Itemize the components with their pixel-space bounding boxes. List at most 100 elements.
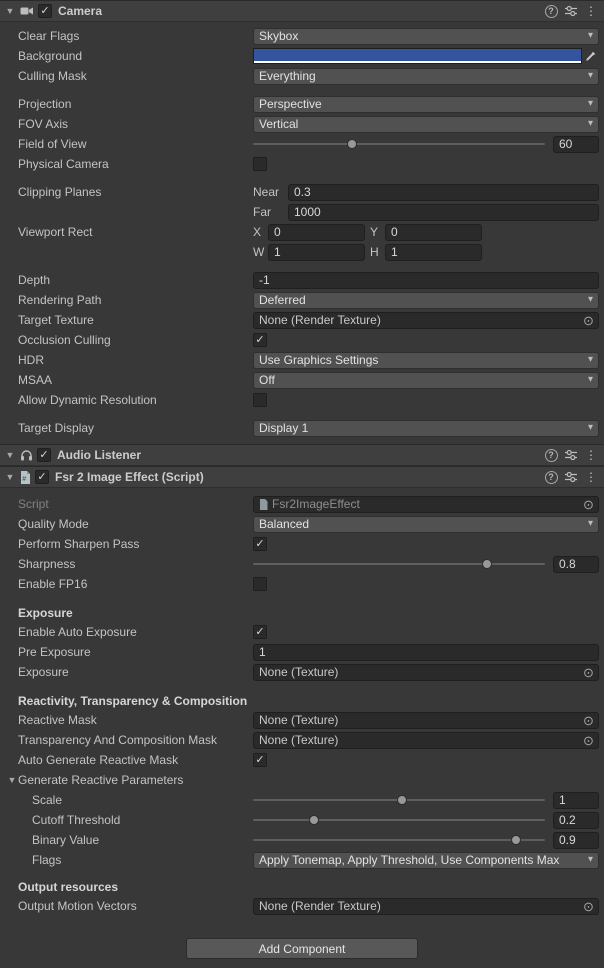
script-icon xyxy=(259,499,268,510)
cutoff-threshold-value-field[interactable]: 0.2 xyxy=(553,812,599,829)
binary-value-value-field[interactable]: 0.9 xyxy=(553,832,599,849)
kebab-menu-icon[interactable]: ⋮ xyxy=(583,470,599,484)
scale-label: Scale xyxy=(18,793,253,807)
presets-icon[interactable] xyxy=(563,5,579,17)
chevron-down-icon: ▾ xyxy=(588,71,593,81)
slider-handle[interactable] xyxy=(511,835,521,845)
viewport-x-field[interactable]: 0 xyxy=(268,224,365,241)
depth-field[interactable]: -1 xyxy=(253,272,599,289)
scale-slider[interactable] xyxy=(253,790,545,810)
presets-icon[interactable] xyxy=(563,449,579,461)
dropdown-value: Deferred xyxy=(259,293,584,307)
reactivity-section-header: Reactivity, Transparency & Composition xyxy=(0,692,604,710)
object-picker-icon[interactable]: ⊙ xyxy=(581,498,596,511)
exposure-object-field[interactable]: None (Texture) ⊙ xyxy=(253,664,599,681)
binary-value-slider[interactable] xyxy=(253,830,545,850)
chevron-down-icon: ▾ xyxy=(588,375,593,385)
y-label: Y xyxy=(370,225,380,239)
x-label: X xyxy=(253,225,263,239)
target-texture-object-field[interactable]: None (Render Texture) ⊙ xyxy=(253,312,599,329)
viewport-w-field[interactable]: 1 xyxy=(268,244,365,261)
help-icon[interactable]: ? xyxy=(543,471,559,484)
perform-sharpen-pass-row: Perform Sharpen Pass xyxy=(0,534,604,554)
sharpness-value-field[interactable]: 0.8 xyxy=(553,556,599,573)
foldout-arrow[interactable]: ▼ xyxy=(4,450,16,460)
eyedropper-icon[interactable] xyxy=(582,51,599,62)
slider-handle[interactable] xyxy=(482,559,492,569)
field-of-view-value-field[interactable]: 60 xyxy=(553,136,599,153)
foldout-arrow[interactable]: ▼ xyxy=(4,472,16,482)
fsr2-component-header[interactable]: ▼ # Fsr 2 Image Effect (Script) ? ⋮ xyxy=(0,466,604,488)
hdr-dropdown[interactable]: Use Graphics Settings ▾ xyxy=(253,352,599,369)
kebab-menu-icon[interactable]: ⋮ xyxy=(583,448,599,462)
allow-dynamic-resolution-checkbox[interactable] xyxy=(253,393,267,407)
flags-dropdown[interactable]: Apply Tonemap, Apply Threshold, Use Comp… xyxy=(253,852,599,869)
slider-track[interactable] xyxy=(253,819,545,821)
scale-row: Scale 1 xyxy=(0,790,604,810)
msaa-dropdown[interactable]: Off ▾ xyxy=(253,372,599,389)
object-picker-icon[interactable]: ⊙ xyxy=(581,734,596,747)
object-picker-icon[interactable]: ⊙ xyxy=(581,314,596,327)
sharpness-slider[interactable] xyxy=(253,554,545,574)
clipping-planes-far-row: Far 1000 xyxy=(0,202,604,222)
foldout-arrow[interactable]: ▼ xyxy=(6,775,18,785)
background-color-swatch[interactable] xyxy=(253,48,582,64)
generate-reactive-parameters-row[interactable]: ▼ Generate Reactive Parameters xyxy=(0,770,604,790)
target-display-dropdown[interactable]: Display 1 ▾ xyxy=(253,420,599,437)
camera-component-header[interactable]: ▼ Camera ? ⋮ xyxy=(0,0,604,22)
viewport-h-field[interactable]: 1 xyxy=(385,244,482,261)
object-picker-icon[interactable]: ⊙ xyxy=(581,900,596,913)
quality-mode-dropdown[interactable]: Balanced ▾ xyxy=(253,516,599,533)
transparency-mask-object-field[interactable]: None (Texture) ⊙ xyxy=(253,732,599,749)
far-field[interactable]: 1000 xyxy=(288,204,599,221)
enable-fp16-checkbox[interactable] xyxy=(253,577,267,591)
chevron-down-icon: ▾ xyxy=(588,31,593,41)
target-display-row: Target Display Display 1 ▾ xyxy=(0,418,604,438)
cutoff-threshold-slider[interactable] xyxy=(253,810,545,830)
chevron-down-icon: ▾ xyxy=(588,855,593,865)
culling-mask-dropdown[interactable]: Everything ▾ xyxy=(253,68,599,85)
rendering-path-row: Rendering Path Deferred ▾ xyxy=(0,290,604,310)
audio-listener-enabled-checkbox[interactable] xyxy=(37,448,51,462)
enable-auto-exposure-row: Enable Auto Exposure xyxy=(0,622,604,642)
slider-track[interactable] xyxy=(253,143,545,145)
kebab-menu-icon[interactable]: ⋮ xyxy=(583,4,599,18)
near-field[interactable]: 0.3 xyxy=(288,184,599,201)
audio-listener-component-header[interactable]: ▼ Audio Listener ? ⋮ xyxy=(0,444,604,466)
field-of-view-slider[interactable] xyxy=(253,134,545,154)
occlusion-culling-checkbox[interactable] xyxy=(253,333,267,347)
reactive-mask-label: Reactive Mask xyxy=(18,713,253,727)
physical-camera-checkbox[interactable] xyxy=(253,157,267,171)
camera-enabled-checkbox[interactable] xyxy=(38,4,52,18)
enable-auto-exposure-checkbox[interactable] xyxy=(253,625,267,639)
fov-axis-dropdown[interactable]: Vertical ▾ xyxy=(253,116,599,133)
rendering-path-dropdown[interactable]: Deferred ▾ xyxy=(253,292,599,309)
slider-handle[interactable] xyxy=(309,815,319,825)
reactive-mask-row: Reactive Mask None (Texture) ⊙ xyxy=(0,710,604,730)
slider-track[interactable] xyxy=(253,563,545,565)
help-icon[interactable]: ? xyxy=(543,5,559,18)
quality-mode-label: Quality Mode xyxy=(18,517,253,531)
slider-handle[interactable] xyxy=(397,795,407,805)
presets-icon[interactable] xyxy=(563,471,579,483)
projection-dropdown[interactable]: Perspective ▾ xyxy=(253,96,599,113)
object-picker-icon[interactable]: ⊙ xyxy=(581,714,596,727)
slider-handle[interactable] xyxy=(347,139,357,149)
perform-sharpen-pass-checkbox[interactable] xyxy=(253,537,267,551)
fsr2-enabled-checkbox[interactable] xyxy=(35,470,49,484)
slider-track[interactable] xyxy=(253,839,545,841)
dropdown-value: Apply Tonemap, Apply Threshold, Use Comp… xyxy=(259,853,584,867)
pre-exposure-field[interactable]: 1 xyxy=(253,644,599,661)
viewport-y-field[interactable]: 0 xyxy=(385,224,482,241)
foldout-arrow[interactable]: ▼ xyxy=(4,6,16,16)
clear-flags-dropdown[interactable]: Skybox ▾ xyxy=(253,28,599,45)
help-icon[interactable]: ? xyxy=(543,449,559,462)
w-label: W xyxy=(253,245,263,259)
add-component-button[interactable]: Add Component xyxy=(186,938,418,959)
reactive-mask-object-field[interactable]: None (Texture) ⊙ xyxy=(253,712,599,729)
scale-value-field[interactable]: 1 xyxy=(553,792,599,809)
object-picker-icon[interactable]: ⊙ xyxy=(581,666,596,679)
auto-generate-reactive-mask-checkbox[interactable] xyxy=(253,753,267,767)
output-motion-vectors-object-field[interactable]: None (Render Texture) ⊙ xyxy=(253,898,599,915)
clear-flags-row: Clear Flags Skybox ▾ xyxy=(0,26,604,46)
